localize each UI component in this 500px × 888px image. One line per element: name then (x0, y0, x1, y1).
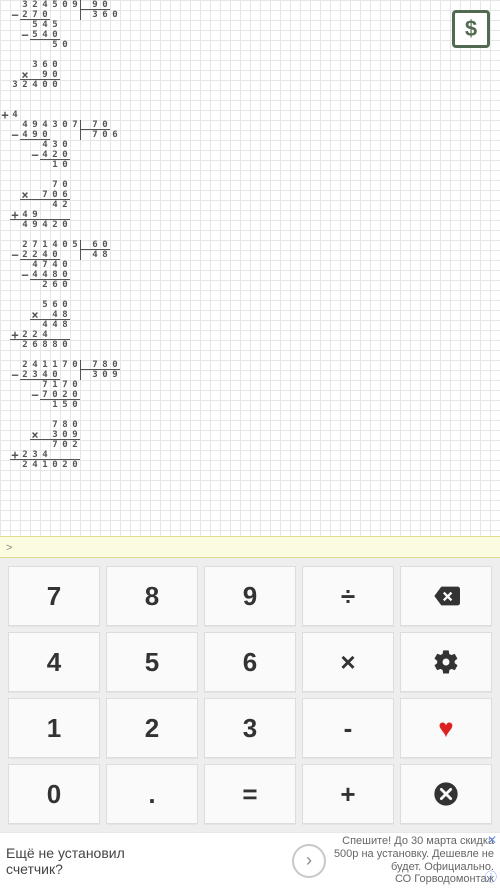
key-2[interactable]: 2 (106, 698, 198, 758)
key-dot[interactable]: . (106, 764, 198, 824)
key-9[interactable]: 9 (204, 566, 296, 626)
key-add[interactable]: + (302, 764, 394, 824)
ad-body-0: Спешите! До 30 марта скидка (334, 835, 494, 848)
ad-close-icon[interactable]: ✕ (487, 833, 497, 847)
ad-body-1: 500р на установку. Дешевле не (334, 848, 494, 861)
ad-info-icon[interactable]: ⓘ (485, 868, 497, 885)
keypad: 789÷ 456× 123-♥ 0.=+ (0, 558, 500, 832)
ad-headline-2: счетчик? (6, 861, 284, 877)
key-clear[interactable] (400, 764, 492, 824)
money-icon[interactable] (452, 10, 490, 48)
key-3[interactable]: 3 (204, 698, 296, 758)
ad-body-2: будет. Официально. (334, 861, 494, 874)
ad-go-icon[interactable]: › (292, 844, 326, 878)
key-settings[interactable] (400, 632, 492, 692)
key-div[interactable]: ÷ (302, 566, 394, 626)
ad-banner[interactable]: Ещё не установил счетчик? › Спешите! До … (0, 832, 500, 888)
grid-canvas[interactable]: 32450990−270360545−54050360×9032400+4494… (0, 0, 500, 536)
ad-sponsor: СО Горводомонтаж (334, 873, 494, 886)
key-mul[interactable]: × (302, 632, 394, 692)
key-backspace[interactable] (400, 566, 492, 626)
ad-headline-1: Ещё не установил (6, 845, 284, 861)
key-0[interactable]: 0 (8, 764, 100, 824)
key-4[interactable]: 4 (8, 632, 100, 692)
key-favorite[interactable]: ♥ (400, 698, 492, 758)
key-5[interactable]: 5 (106, 632, 198, 692)
key-7[interactable]: 7 (8, 566, 100, 626)
expression-display: > (0, 536, 500, 558)
key-8[interactable]: 8 (106, 566, 198, 626)
key-eq[interactable]: = (204, 764, 296, 824)
key-sub[interactable]: - (302, 698, 394, 758)
key-6[interactable]: 6 (204, 632, 296, 692)
key-1[interactable]: 1 (8, 698, 100, 758)
